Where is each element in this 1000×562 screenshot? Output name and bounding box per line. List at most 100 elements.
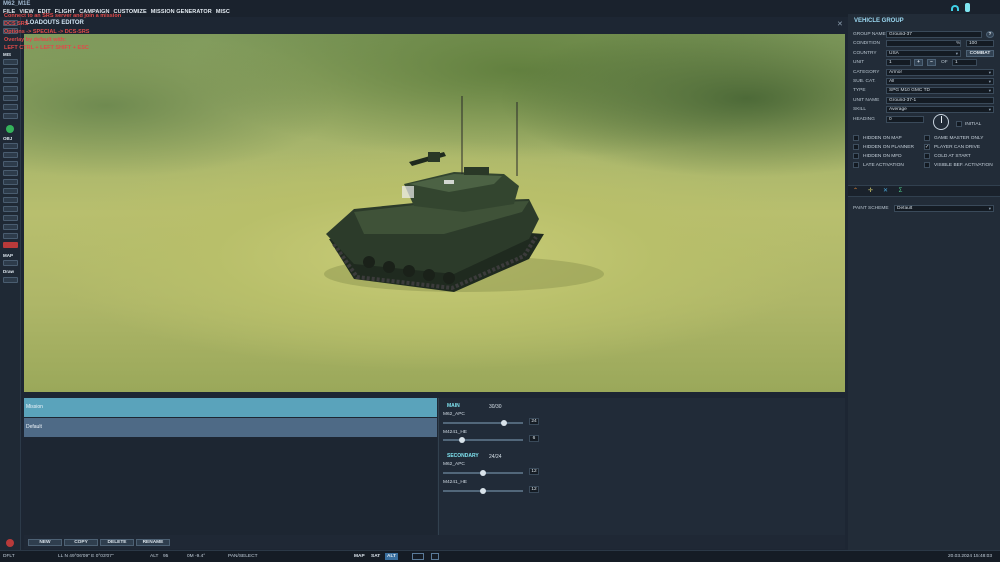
weapon-qty[interactable]: 24 <box>529 418 539 425</box>
weapon-qty[interactable]: 6 <box>529 435 539 442</box>
late-activation-label: LATE ACTIVATION <box>863 163 904 168</box>
toolbar-button[interactable] <box>3 59 18 65</box>
condition-slider[interactable] <box>886 40 961 47</box>
toolbar-button[interactable] <box>3 233 18 239</box>
toolbar-button[interactable] <box>3 77 18 83</box>
weapon-slider[interactable] <box>443 437 523 443</box>
file-title: M62_M1E <box>3 1 31 7</box>
hidden-on-mfd-checkbox[interactable] <box>853 153 859 159</box>
toolbar-button[interactable] <box>3 95 18 101</box>
player-can-drive-checkbox[interactable]: ✓ <box>924 144 930 150</box>
toolbar-button[interactable] <box>3 86 18 92</box>
weapon-qty[interactable]: 12 <box>529 486 539 493</box>
toolbar-button[interactable] <box>3 179 18 185</box>
unit-total-value: 1 <box>955 60 958 65</box>
toolbar-add-icon[interactable] <box>6 125 14 133</box>
slider-knob[interactable] <box>500 420 507 426</box>
secondary-section-header: SECONDARY <box>447 453 479 459</box>
copy-button[interactable]: COPY <box>64 539 98 546</box>
satellite-view-button[interactable]: SAT <box>369 553 382 560</box>
heading-value: 0 <box>889 117 892 122</box>
toolbar-delete-button[interactable] <box>3 242 18 248</box>
camera-icon[interactable] <box>431 553 439 560</box>
toolbar-exit-icon[interactable] <box>6 539 14 547</box>
altitude-view-button[interactable]: ALT <box>385 553 398 560</box>
remove-unit-button[interactable]: − <box>927 59 936 66</box>
heading-dial[interactable] <box>933 114 949 130</box>
toolbar-button[interactable] <box>3 260 18 266</box>
heading-input[interactable]: 0 <box>886 116 924 123</box>
menu-misc[interactable]: MISC <box>216 9 230 15</box>
unit-index-input[interactable]: 1 <box>886 59 911 66</box>
new-button[interactable]: NEW <box>28 539 62 546</box>
skill-select[interactable]: Average ▾ <box>886 106 994 113</box>
toolbar-button[interactable] <box>3 113 18 119</box>
toolbar-button[interactable] <box>3 277 18 283</box>
menu-mission-generator[interactable]: MISSION GENERATOR <box>151 9 212 15</box>
list-item[interactable]: Mission <box>24 398 437 417</box>
chevron-down-icon: ▾ <box>955 51 958 56</box>
visible-before-activation-checkbox[interactable] <box>924 162 930 168</box>
initial-checkbox[interactable] <box>956 121 962 127</box>
slider-knob[interactable] <box>480 488 486 494</box>
toolbar-button[interactable] <box>3 170 18 176</box>
ruler-icon[interactable] <box>412 553 424 560</box>
initial-label: INITIAL <box>965 122 982 127</box>
hidden-on-planner-checkbox[interactable] <box>853 144 859 150</box>
toolbar-button[interactable] <box>3 161 18 167</box>
toolbar-button[interactable] <box>3 206 18 212</box>
game-master-only-label: GAME MASTER ONLY <box>934 136 984 141</box>
tab-summary-icon[interactable]: Σ <box>896 188 905 195</box>
list-item[interactable]: Default <box>24 418 437 437</box>
toolbar-button[interactable] <box>3 215 18 221</box>
late-activation-checkbox[interactable] <box>853 162 859 168</box>
map-view-button[interactable]: MAP <box>352 553 367 560</box>
hidden-on-mfd-label: HIDDEN ON MFD <box>863 154 902 159</box>
toolbar-button[interactable] <box>3 224 18 230</box>
hidden-on-map-checkbox[interactable] <box>853 135 859 141</box>
country-select[interactable]: USA ▾ <box>886 50 961 57</box>
sub-cat-select[interactable]: All ▾ <box>886 78 994 85</box>
tab-triggered-actions-icon[interactable]: ✛ <box>866 188 875 195</box>
type-select[interactable]: SPG M10 GMC TD ▾ <box>886 87 994 94</box>
checkmark-icon: ✓ <box>925 144 930 150</box>
slider-knob[interactable] <box>459 437 466 443</box>
rename-button[interactable]: RENAME <box>136 539 170 546</box>
category-select[interactable]: Armor ▾ <box>886 69 994 76</box>
paint-scheme-select[interactable]: Default ▾ <box>894 205 994 212</box>
condition-input[interactable]: 100 <box>966 40 994 47</box>
slider-knob[interactable] <box>480 470 486 476</box>
weapon-slider[interactable] <box>443 420 523 426</box>
tab-route-icon[interactable]: ⌃ <box>851 188 860 195</box>
toolbar-button[interactable] <box>3 104 18 110</box>
game-master-only-checkbox[interactable] <box>924 135 930 141</box>
combat-button[interactable]: COMBAT <box>966 50 994 57</box>
user-icon[interactable] <box>965 3 970 12</box>
add-unit-button[interactable]: + <box>914 59 923 66</box>
tab-targets-icon[interactable]: ✕ <box>881 188 890 195</box>
3d-preview-viewport[interactable] <box>24 34 845 392</box>
toolbar-button[interactable] <box>3 188 18 194</box>
country-value: USA <box>889 51 899 56</box>
unit-name-input[interactable]: Ground-37-1 <box>886 97 994 104</box>
toolbar-button[interactable] <box>3 68 18 74</box>
toolbar-button[interactable] <box>3 197 18 203</box>
viewport-close-icon[interactable]: ✕ <box>837 20 843 28</box>
toolbar-map-label: MAP <box>3 253 13 258</box>
delete-button[interactable]: DELETE <box>100 539 134 546</box>
toolbar-button[interactable] <box>3 152 18 158</box>
weapon-slider[interactable] <box>443 470 523 476</box>
weapon-name: M62_APC <box>443 462 465 467</box>
cold-at-start-checkbox[interactable] <box>924 153 930 159</box>
unit-name-label: UNIT NAME <box>853 98 880 103</box>
toolbar-button[interactable] <box>3 143 18 149</box>
group-name-input[interactable]: Ground-37 <box>886 31 982 38</box>
srs-message-line: LEFT CTRL + LEFT SHIFT + ESC <box>4 45 89 51</box>
weapon-qty[interactable]: 12 <box>529 468 539 475</box>
chevron-down-icon: ▾ <box>988 88 991 93</box>
profile-select[interactable]: DFLT <box>3 554 15 559</box>
unit-total-input[interactable]: 1 <box>952 59 977 66</box>
help-icon[interactable]: ? <box>986 31 994 38</box>
cold-at-start-label: COLD AT START <box>934 154 971 159</box>
weapon-slider[interactable] <box>443 488 523 494</box>
